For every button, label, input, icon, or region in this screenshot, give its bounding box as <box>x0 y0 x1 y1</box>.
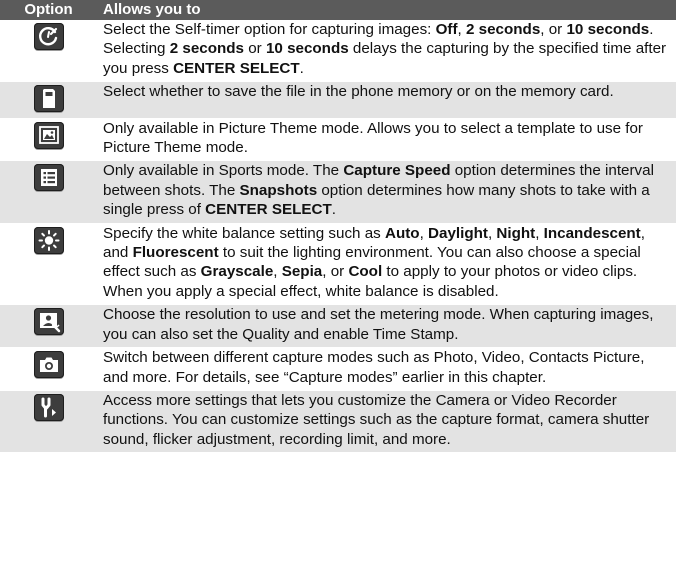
description-text: , or <box>322 263 349 281</box>
description-text: Select whether to save the file in the p… <box>103 83 614 101</box>
description-text: Switch between different capture modes s… <box>103 349 645 386</box>
table-row: Switch between different capture modes s… <box>0 347 676 391</box>
table-row: Access more settings that lets you custo… <box>0 390 676 454</box>
option-description: Switch between different capture modes s… <box>97 347 676 391</box>
camera-icon <box>33 351 64 379</box>
option-description: Select the Self-timer option for capturi… <box>97 20 676 83</box>
table-row: Choose the resolution to use and set the… <box>0 304 676 349</box>
picture-theme-icon <box>33 121 64 149</box>
bold-term: CENTER SELECT <box>173 59 300 77</box>
option-icon-cell <box>0 304 97 349</box>
bold-term: 10 seconds <box>566 21 650 38</box>
description-text: Specify the white balance setting such a… <box>103 224 385 242</box>
option-icon-cell <box>0 81 97 119</box>
bold-term: Off <box>435 21 458 38</box>
description-text: . <box>331 201 336 219</box>
bold-term: Incandescent <box>543 224 641 242</box>
table-row: Only available in Sports mode. The Captu… <box>0 160 676 224</box>
option-description: Specify the white balance setting such a… <box>97 223 676 306</box>
description-text: or <box>244 40 266 58</box>
option-description: Access more settings that lets you custo… <box>97 390 676 454</box>
description-text: , <box>273 263 282 281</box>
bold-term: 10 seconds <box>265 40 349 58</box>
description-text: Choose the resolution to use and set the… <box>103 306 654 343</box>
option-description: Choose the resolution to use and set the… <box>97 304 676 349</box>
description-text: Only available in Picture Theme mode. Al… <box>103 119 643 157</box>
description-text: . <box>299 59 304 77</box>
description-text: , or <box>540 21 567 38</box>
table-row: Specify the white balance setting such a… <box>0 223 676 306</box>
description-text: , <box>419 224 429 242</box>
bold-term: Sepia <box>281 263 323 281</box>
bold-term: Daylight <box>428 224 488 242</box>
option-description: Only available in Sports mode. The Captu… <box>97 160 676 224</box>
bold-term: 2 seconds <box>169 40 244 58</box>
sports-list-icon <box>33 164 64 192</box>
bold-term: CENTER SELECT <box>205 201 332 219</box>
tools-settings-icon <box>33 393 64 421</box>
bold-term: 2 seconds <box>466 21 541 38</box>
option-icon-cell <box>0 347 97 391</box>
option-icon-cell <box>0 20 97 83</box>
storage-card-icon <box>33 85 64 113</box>
description-text: Only available in Sports mode. The <box>103 162 344 180</box>
option-description: Only available in Picture Theme mode. Al… <box>97 118 676 162</box>
table-header-row: Option Allows you to <box>0 0 676 20</box>
camera-options-table: Option Allows you to Select the Self-tim… <box>0 0 676 454</box>
option-icon-cell <box>0 160 97 224</box>
description-text: Access more settings that lets you custo… <box>103 391 650 448</box>
option-icon-cell <box>0 223 97 306</box>
resolution-settings-icon <box>33 308 64 336</box>
table-row: Select the Self-timer option for capturi… <box>0 20 676 83</box>
table-row: Only available in Picture Theme mode. Al… <box>0 118 676 162</box>
allows-column-header: Allows you to <box>97 0 676 20</box>
self-timer-icon <box>33 23 64 50</box>
bold-term: Capture Speed <box>343 162 451 180</box>
bold-term: Night <box>496 224 536 242</box>
table-row: Select whether to save the file in the p… <box>0 81 676 119</box>
bold-term: Cool <box>348 263 383 281</box>
option-icon-cell <box>0 118 97 162</box>
option-column-header: Option <box>0 0 97 20</box>
table-body: Select the Self-timer option for capturi… <box>0 20 676 454</box>
description-text: Select the Self-timer option for capturi… <box>103 21 436 38</box>
brightness-sun-icon <box>33 226 64 254</box>
option-description: Select whether to save the file in the p… <box>97 81 676 119</box>
bold-term: Snapshots <box>239 181 318 199</box>
description-text: , <box>457 21 466 38</box>
bold-term: Auto <box>384 224 420 242</box>
bold-term: Grayscale <box>200 263 274 281</box>
option-icon-cell <box>0 390 97 454</box>
description-text: , <box>535 224 544 242</box>
bold-term: Fluorescent <box>132 244 219 262</box>
